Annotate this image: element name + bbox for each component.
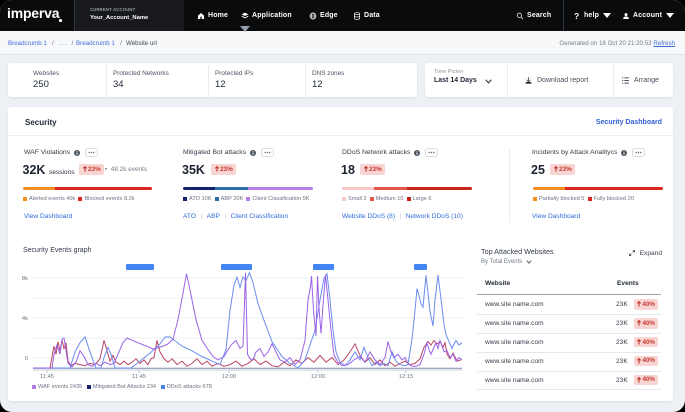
svg-text:8k: 8k (22, 276, 28, 282)
svg-text:0: 0 (25, 356, 28, 362)
svg-text:11:45: 11:45 (40, 374, 54, 380)
svg-text:12:15: 12:15 (399, 374, 414, 380)
svg-text:11:45: 11:45 (132, 374, 146, 380)
svg-text:12:00: 12:00 (311, 374, 326, 380)
svg-text:4k: 4k (22, 316, 28, 322)
svg-text:12:00: 12:00 (222, 374, 237, 380)
